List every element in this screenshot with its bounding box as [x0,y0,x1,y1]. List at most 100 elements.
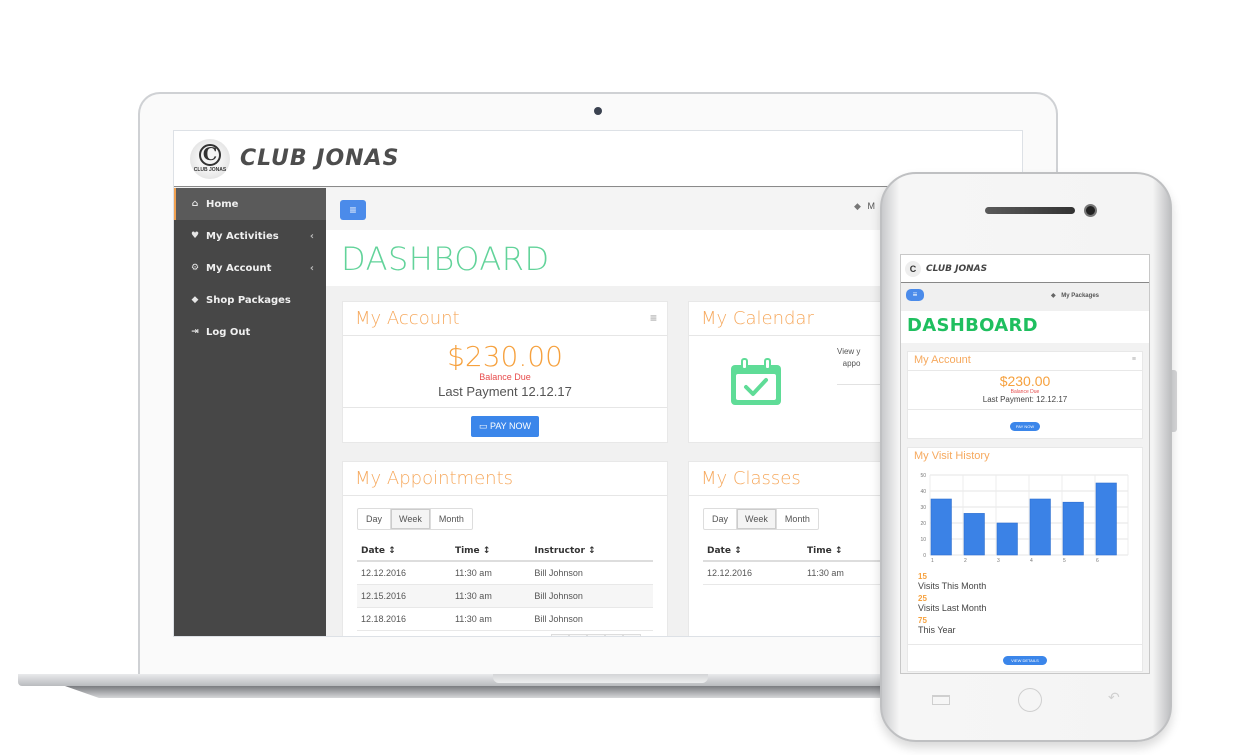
account-card-title: My Account [914,354,971,366]
sidebar-item-label: Log Out [206,326,251,338]
card-title: My Account ≡ [343,302,667,336]
visit-history-title: My Visit History [914,450,990,462]
club-logo[interactable]: C [905,260,921,277]
mobile-app: C CLUB JONAS ≡ ◆ My Packages DASHBOARD M… [900,254,1150,674]
account-card: My Account ≡ $230.00 Balance Due Last Pa… [342,301,668,443]
visit-history-chart: 0 10 20 30 40 50 1 2 3 4 5 6 [920,473,1129,564]
card-title: My Appointments [343,462,667,496]
my-packages-label: My Packages [1061,293,1099,299]
column-header-instructor[interactable]: Instructor ↕ [530,540,653,562]
bar [1029,498,1051,556]
cell-date: 12.12.2016 [357,561,451,585]
segment-week[interactable]: Week [737,509,777,529]
segment-month[interactable]: Month [431,509,472,529]
bar [1095,482,1117,556]
sidebar-item-log-out[interactable]: ⇥ Log Out [174,316,326,348]
card-menu-icon[interactable]: ≡ [650,311,657,325]
packages-label: M [867,201,875,211]
visit-stats: 15 Visits This Month 25 Visits Last Mont… [908,570,1142,640]
logo-subtext: CLUB JONAS [193,167,227,173]
stat-label: Visits Last Month [918,603,987,613]
card-menu-icon[interactable]: ≡ [1132,356,1136,363]
account-card-footer: ▭ PAY NOW [343,407,667,437]
recent-apps-icon[interactable] [932,695,950,705]
phone-front-camera [1084,204,1097,217]
menu-toggle-button[interactable]: ≡ [906,289,924,301]
sidebar-item-my-account[interactable]: ⚙ My Account ‹ [174,252,326,284]
page-title: DASHBOARD [907,315,1038,336]
title-band: DASHBOARD [901,311,1149,343]
tag-icon: ◆ [1051,293,1056,299]
sidebar-item-shop-packages[interactable]: ◆ Shop Packages [174,284,326,316]
page-title: DASHBOARD [341,240,550,278]
cell-time: 11:30 am [450,607,531,631]
stat-label: Visits This Month [918,581,987,591]
laptop-base [18,674,918,686]
back-icon[interactable]: ↶ [1108,689,1120,706]
my-packages-link[interactable]: ◆ My Packages [1051,292,1099,299]
y-tick-label: 30 [920,505,926,511]
y-tick-label: 40 [920,489,926,495]
pagination [551,634,641,636]
range-toggle: Day Week Month [703,508,819,530]
mobile-top-bar: ≡ ◆ My Packages [901,283,1149,311]
packages-link[interactable]: ◆ M [854,201,875,212]
pay-now-label: PAY NOW [490,421,532,431]
club-logo[interactable]: C CLUB JONAS [190,138,230,179]
y-tick-label: 0 [923,553,926,559]
sign-out-icon: ⇥ [191,327,199,337]
page-button[interactable] [587,634,605,636]
segment-day[interactable]: Day [358,509,392,529]
segment-month[interactable]: Month [777,509,818,529]
y-tick-label: 10 [920,537,926,543]
pay-now-button[interactable]: PAY NOW [1009,422,1041,431]
page-button[interactable] [605,634,623,636]
bar [963,513,985,556]
account-card-footer: PAY NOW [908,409,1142,438]
visit-history-card: My Visit History 0 10 20 30 40 50 1 2 3 4 5 6 15 Vi… [907,447,1143,672]
chevron-left-icon: ‹ [309,262,314,274]
menu-toggle-button[interactable]: ≡ [340,200,366,220]
table-row[interactable]: 12.15.2016 11:30 am Bill Johnson [357,584,653,608]
column-header-time[interactable]: Time ↕ [450,540,531,562]
page-button[interactable] [623,634,641,636]
phone-speaker [985,207,1075,214]
segment-week[interactable]: Week [391,509,431,529]
sidebar-item-my-activities[interactable]: ♥ My Activities ‹ [174,220,326,252]
table-row[interactable]: 12.12.2016 11:30 am Bill Johnson [357,561,653,585]
sidebar: ⌂ Home ♥ My Activities ‹ ⚙ My Account ‹ … [174,188,326,636]
column-header-date[interactable]: Date ↕ [703,540,803,562]
heartbeat-icon: ♥ [190,231,200,241]
sidebar-item-label: Shop Packages [206,294,291,306]
stat-label: This Year [918,625,956,635]
bar [1062,501,1084,556]
x-tick-label: 5 [1063,558,1066,564]
sidebar-item-home[interactable]: ⌂ Home [174,188,326,220]
cell-time: 11:30 am [450,561,531,585]
home-button[interactable] [1018,688,1042,712]
card-title: My Account ≡ [908,352,1142,371]
page-button[interactable] [569,634,587,636]
y-tick-label: 50 [920,473,926,479]
phone-side-button [1172,370,1177,432]
tag-icon: ◆ [854,201,861,211]
table-row[interactable]: 12.18.2016 11:30 am Bill Johnson [357,607,653,631]
account-card: My Account ≡ $230.00 Balance Due Last Pa… [907,351,1143,439]
cell-date: 12.12.2016 [703,561,803,585]
x-tick-label: 3 [997,558,1000,564]
y-tick-label: 20 [920,521,926,527]
column-header-date[interactable]: Date ↕ [357,540,451,562]
segment-day[interactable]: Day [704,509,738,529]
cell-instructor: Bill Johnson [530,584,653,608]
view-details-button[interactable]: VIEW DETAILS [1003,656,1047,665]
page-button[interactable] [551,634,569,636]
device-mockup-stage: C CLUB JONAS CLUB JONAS ⌂ Home ♥ My Acti… [0,0,1250,755]
sidebar-item-label: My Account [206,262,272,274]
x-tick-label: 1 [931,558,934,564]
brand-name: CLUB JONAS [926,263,988,274]
gear-icon: ⚙ [190,263,200,273]
sidebar-item-label: My Activities [206,230,279,242]
pay-now-button[interactable]: ▭ PAY NOW [470,416,540,437]
x-tick-label: 4 [1030,558,1033,564]
laptop-notch [493,674,708,683]
